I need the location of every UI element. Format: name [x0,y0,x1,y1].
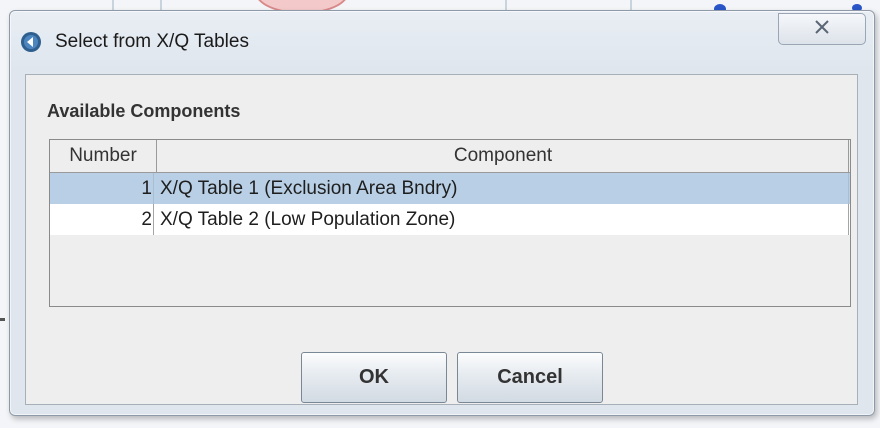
row-component-cell: X/Q Table 1 (Exclusion Area Bndry) [158,173,849,204]
available-components-label: Available Components [47,101,241,121]
column-header-component[interactable]: Component [158,140,849,172]
cancel-button[interactable]: Cancel [457,352,603,403]
ok-button[interactable]: OK [301,352,447,403]
column-header-number[interactable]: Number [50,140,157,172]
dialog-window: Select from X/Q Tables Available Compone… [9,10,875,416]
table-header: Number Component [50,140,850,173]
content-panel: Available Components Number Component 1 … [25,74,858,405]
background-line [0,318,5,321]
close-icon [814,19,830,39]
row-component-cell: X/Q Table 2 (Low Population Zone) [158,204,849,235]
close-button[interactable] [778,13,866,45]
row-number-cell: 1 [50,173,154,204]
table-row[interactable]: 2 X/Q Table 2 (Low Population Zone) [50,204,850,235]
java-app-icon [20,31,42,53]
table-row[interactable]: 1 X/Q Table 1 (Exclusion Area Bndry) [50,173,850,204]
window-title: Select from X/Q Tables [55,31,249,52]
row-number-cell: 2 [50,204,154,235]
title-bar[interactable]: Select from X/Q Tables [10,11,874,73]
components-table: Number Component 1 X/Q Table 1 (Exclusio… [49,139,851,307]
